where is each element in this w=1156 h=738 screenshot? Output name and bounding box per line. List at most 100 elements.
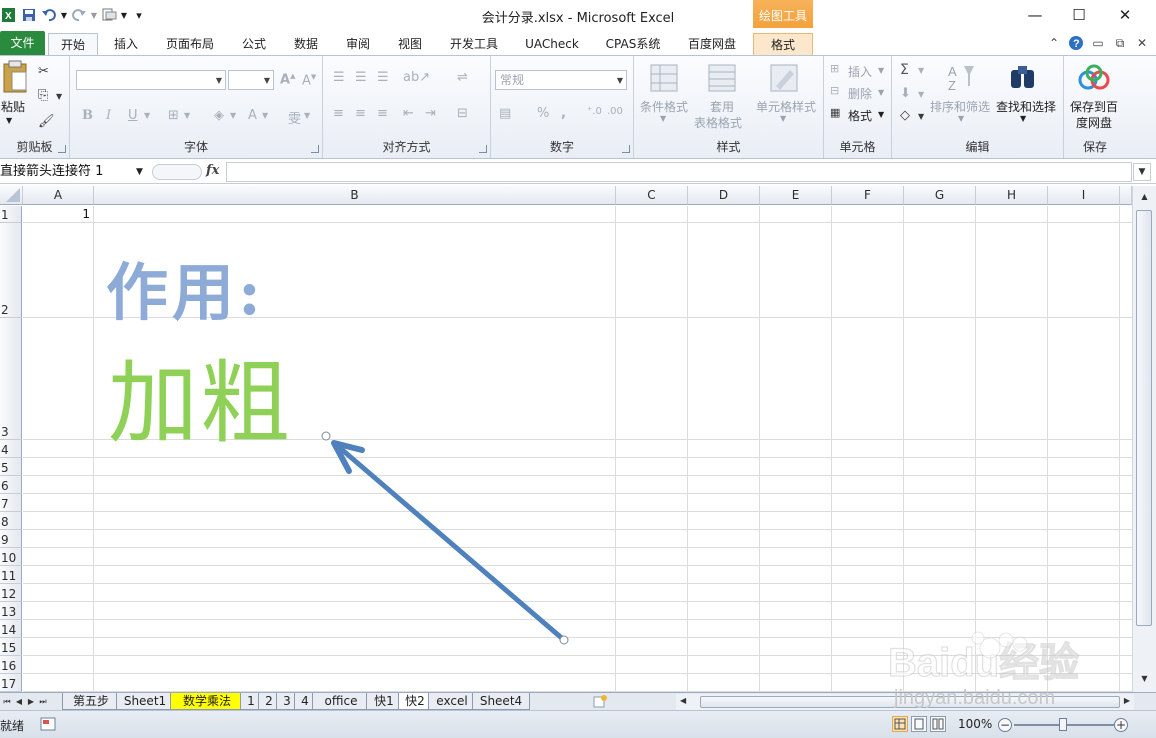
align-bottom-icon[interactable]: ☰ — [377, 70, 389, 85]
align-middle-icon[interactable]: ☰ — [355, 70, 367, 85]
clipboard-launcher-icon[interactable] — [58, 145, 66, 153]
paste-icon[interactable] — [2, 60, 28, 97]
help-icon[interactable]: ? — [1068, 35, 1084, 51]
format-painter-icon[interactable]: 🖌 — [38, 114, 55, 129]
sheet-tab-12[interactable]: Sheet4 — [472, 693, 530, 710]
insert-cells-dropdown-icon[interactable]: ▼ — [878, 66, 884, 75]
format-cells-icon[interactable]: ▦ — [830, 106, 840, 119]
format-as-table-line2[interactable]: 表格格式 — [694, 114, 742, 131]
workbook-close-icon[interactable]: ✕ — [1134, 35, 1150, 51]
tab-review[interactable]: 审阅 — [338, 33, 378, 55]
undo-dropdown-icon[interactable]: ▼ — [60, 6, 68, 24]
tab-insert[interactable]: 插入 — [106, 33, 146, 55]
autosum-icon[interactable]: Σ — [900, 62, 909, 78]
arrow-line[interactable] — [337, 445, 567, 643]
vertical-scrollbar[interactable]: ▲ ▼ — [1132, 186, 1156, 692]
insert-cells-button[interactable]: 插入 — [848, 63, 872, 80]
zoom-out-icon[interactable]: − — [998, 718, 1012, 732]
save-to-netdisk-line2[interactable]: 度网盘 — [1076, 114, 1112, 131]
underline-dropdown-icon[interactable]: ▼ — [144, 111, 150, 120]
scroll-up-icon[interactable]: ▲ — [1137, 190, 1152, 204]
align-left-icon[interactable]: ≡ — [333, 106, 344, 121]
conditional-format-icon[interactable] — [650, 64, 680, 97]
conditional-format-dropdown-icon[interactable]: ▼ — [660, 114, 666, 123]
increase-decimal-icon[interactable]: ⁺.0 — [587, 106, 602, 117]
sheet-tab-2[interactable]: Sheet1 — [116, 693, 174, 710]
cell-styles-dropdown-icon[interactable]: ▼ — [780, 114, 786, 123]
zoom-level[interactable]: 100% — [958, 717, 992, 731]
page-break-view-icon[interactable] — [930, 716, 946, 732]
print-preview-icon[interactable] — [100, 6, 118, 24]
minimize-ribbon-icon[interactable]: ⌃ — [1046, 35, 1062, 51]
merge-center-icon[interactable]: ⊟ — [457, 106, 468, 121]
format-cells-dropdown-icon[interactable]: ▼ — [878, 110, 884, 119]
clear-dropdown-icon[interactable]: ▼ — [918, 112, 924, 121]
find-select-button[interactable]: 查找和选择 — [996, 98, 1056, 115]
sheet-tab-11[interactable]: excel — [428, 693, 476, 710]
cell-styles-icon[interactable] — [770, 64, 800, 97]
redo-dropdown-icon[interactable]: ▼ — [90, 6, 98, 24]
scroll-down-icon[interactable]: ▼ — [1137, 672, 1152, 686]
tab-data[interactable]: 数据 — [286, 33, 326, 55]
fill-icon[interactable]: ⬇ — [900, 86, 911, 101]
tab-developer[interactable]: 开发工具 — [442, 33, 506, 55]
worksheet-grid[interactable]: ABCDEFGHI 1 2 3 4 5 6 7 8 9 10 11 12 13 14 15 16 17 1 作用… — [0, 186, 1132, 692]
paste-dropdown-icon[interactable]: ▼ — [6, 116, 12, 125]
find-select-icon[interactable] — [1008, 62, 1038, 95]
cut-icon[interactable]: ✂ — [38, 64, 49, 79]
sheet-tab-9[interactable]: 快1 — [366, 693, 402, 710]
decrease-decimal-icon[interactable]: .00 — [607, 106, 623, 117]
workbook-restore-icon[interactable]: ⧉ — [1112, 35, 1128, 51]
bold-icon[interactable]: B — [82, 108, 93, 123]
fill-color-icon[interactable]: ◈ — [214, 108, 224, 123]
wrap-text-icon[interactable]: ⇌ — [457, 70, 468, 85]
insert-cells-icon[interactable]: ⊞ — [830, 62, 839, 75]
cell-styles-button[interactable]: 单元格样式 — [756, 98, 816, 115]
workbook-minimize-icon[interactable]: ▭ — [1090, 35, 1106, 51]
sheet-tab-10[interactable]: 快2 — [398, 693, 432, 710]
name-box[interactable]: 直接箭头连接符 1 — [0, 163, 148, 181]
formula-bar-resize-handle[interactable] — [152, 164, 202, 180]
align-top-icon[interactable]: ☰ — [333, 70, 345, 85]
straight-arrow-connector[interactable] — [0, 186, 1132, 692]
baidu-netdisk-icon[interactable] — [1078, 64, 1110, 95]
last-sheet-icon[interactable]: ⏭ — [38, 695, 48, 709]
maximize-button[interactable]: ☐ — [1067, 4, 1091, 26]
delete-cells-button[interactable]: 删除 — [848, 85, 872, 102]
increase-indent-icon[interactable]: ⇥ — [425, 106, 436, 121]
expand-formula-bar-icon[interactable]: ▼ — [1133, 163, 1151, 181]
borders-dropdown-icon[interactable]: ▼ — [184, 111, 190, 120]
tab-formulas[interactable]: 公式 — [232, 33, 276, 55]
accounting-format-icon[interactable]: ▤ — [499, 106, 511, 121]
prev-sheet-icon[interactable]: ◀ — [14, 695, 24, 709]
orientation-icon[interactable]: ab↗ — [403, 70, 430, 85]
font-name-combo[interactable]: ▼ — [76, 70, 226, 90]
delete-cells-icon[interactable]: ⊟ — [830, 84, 839, 97]
font-color-dropdown-icon[interactable]: ▼ — [262, 111, 268, 120]
save-to-netdisk-line1[interactable]: 保存到百 — [1070, 98, 1118, 115]
align-right-icon[interactable]: ≡ — [377, 106, 388, 121]
macro-record-icon[interactable] — [40, 716, 56, 732]
sheet-tab-8[interactable]: office — [312, 693, 370, 710]
tab-file[interactable]: 文件 — [0, 31, 45, 55]
fill-color-dropdown-icon[interactable]: ▼ — [230, 111, 236, 120]
align-center-icon[interactable]: ≡ — [355, 106, 366, 121]
find-select-dropdown-icon[interactable]: ▼ — [1020, 114, 1026, 123]
fill-dropdown-icon[interactable]: ▼ — [918, 90, 924, 99]
phonetic-dropdown-icon[interactable]: ▼ — [304, 111, 310, 120]
grow-font-icon[interactable]: A▲ — [280, 72, 295, 87]
tab-baidu-netdisk[interactable]: 百度网盘 — [680, 33, 744, 55]
tab-cpas[interactable]: CPAS系统 — [598, 33, 668, 55]
excel-logo-icon[interactable]: X — [0, 6, 18, 24]
vertical-scroll-thumb[interactable] — [1136, 210, 1152, 626]
tab-page-layout[interactable]: 页面布局 — [158, 33, 222, 55]
number-launcher-icon[interactable] — [622, 145, 630, 153]
insert-sheet-icon[interactable] — [592, 694, 608, 709]
redo-icon[interactable] — [70, 6, 88, 24]
decrease-indent-icon[interactable]: ⇤ — [403, 106, 414, 121]
borders-icon[interactable]: ⊞ — [168, 108, 179, 123]
qat-more-dropdown-icon[interactable]: ▼ — [120, 6, 128, 24]
copy-icon[interactable]: ⎘ — [38, 88, 48, 103]
undo-icon[interactable] — [40, 6, 58, 24]
italic-icon[interactable]: I — [106, 108, 111, 123]
